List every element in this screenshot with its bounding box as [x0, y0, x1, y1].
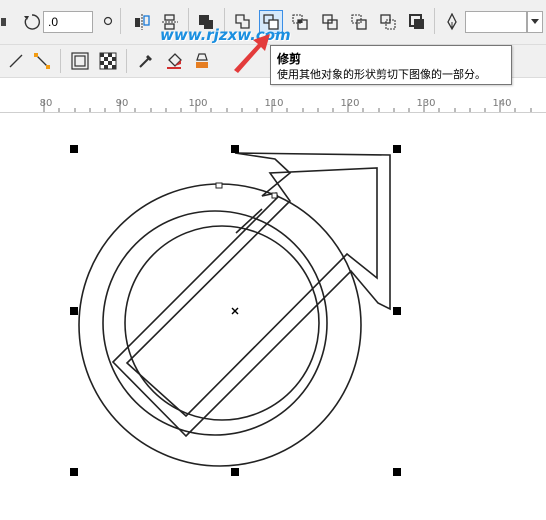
attributes-eyedropper-icon[interactable] — [190, 49, 214, 73]
separator — [126, 49, 127, 73]
simplify-icon[interactable] — [318, 10, 342, 34]
eyedropper-icon[interactable] — [134, 49, 158, 73]
separator — [434, 8, 435, 34]
mirror-horizontal-icon[interactable] — [130, 10, 154, 34]
drawing-canvas[interactable] — [0, 113, 546, 520]
trim-tooltip: 修剪 使用其他对象的形状剪切下图像的一部分。 — [270, 45, 512, 85]
front-minus-back-icon[interactable] — [347, 10, 371, 34]
selection-handle-middle-left[interactable] — [70, 307, 78, 315]
drawing-shapes[interactable] — [0, 113, 546, 520]
middle-circle — [102, 210, 328, 436]
arrow-inner-outline — [125, 167, 378, 418]
pointer-arrow-icon — [234, 34, 270, 73]
degree-icon — [96, 10, 120, 34]
back-minus-front-icon[interactable] — [376, 10, 400, 34]
selection-handle-middle-right[interactable] — [393, 307, 401, 315]
separator — [120, 8, 121, 34]
outline-width-field[interactable] — [465, 11, 527, 33]
intersect-icon[interactable] — [288, 10, 312, 34]
tooltip-description: 使用其他对象的形状剪切下图像的一部分。 — [277, 68, 486, 81]
selection-handle-bottom-center[interactable] — [231, 468, 239, 476]
pen-nib-icon — [440, 10, 464, 34]
ruler-label: 100 — [188, 98, 208, 109]
line-tool-icon[interactable] — [4, 49, 28, 73]
tooltip-title: 修剪 — [277, 52, 302, 66]
selection-handle-top-left[interactable] — [70, 145, 78, 153]
ruler-label: 80 — [39, 98, 53, 109]
center-marker — [231, 307, 239, 315]
selection-handle-top-right[interactable] — [393, 145, 401, 153]
ruler-label: 110 — [264, 98, 284, 109]
connector-icon[interactable] — [30, 49, 54, 73]
selection-handle-bottom-left[interactable] — [70, 468, 78, 476]
rotation-field[interactable]: .0 — [43, 11, 93, 33]
ruler-label: 90 — [115, 98, 129, 109]
transparency-icon[interactable] — [96, 49, 120, 73]
paint-bucket-icon[interactable] — [162, 49, 186, 73]
rotate-icon — [20, 10, 44, 34]
flip-icon[interactable] — [0, 10, 8, 34]
separator — [60, 49, 61, 73]
selection-handle-bottom-right[interactable] — [393, 468, 401, 476]
chevron-down-icon[interactable] — [527, 11, 543, 33]
ruler-label: 120 — [340, 98, 360, 109]
node-handle — [215, 182, 223, 189]
ruler-label: 130 — [416, 98, 436, 109]
create-boundary-icon[interactable] — [405, 10, 429, 34]
inner-circle — [124, 225, 320, 421]
node-handle — [271, 192, 278, 199]
contour-icon[interactable] — [68, 49, 92, 73]
selection-handle-top-center[interactable] — [231, 145, 239, 153]
ruler-label: 140 — [492, 98, 512, 109]
